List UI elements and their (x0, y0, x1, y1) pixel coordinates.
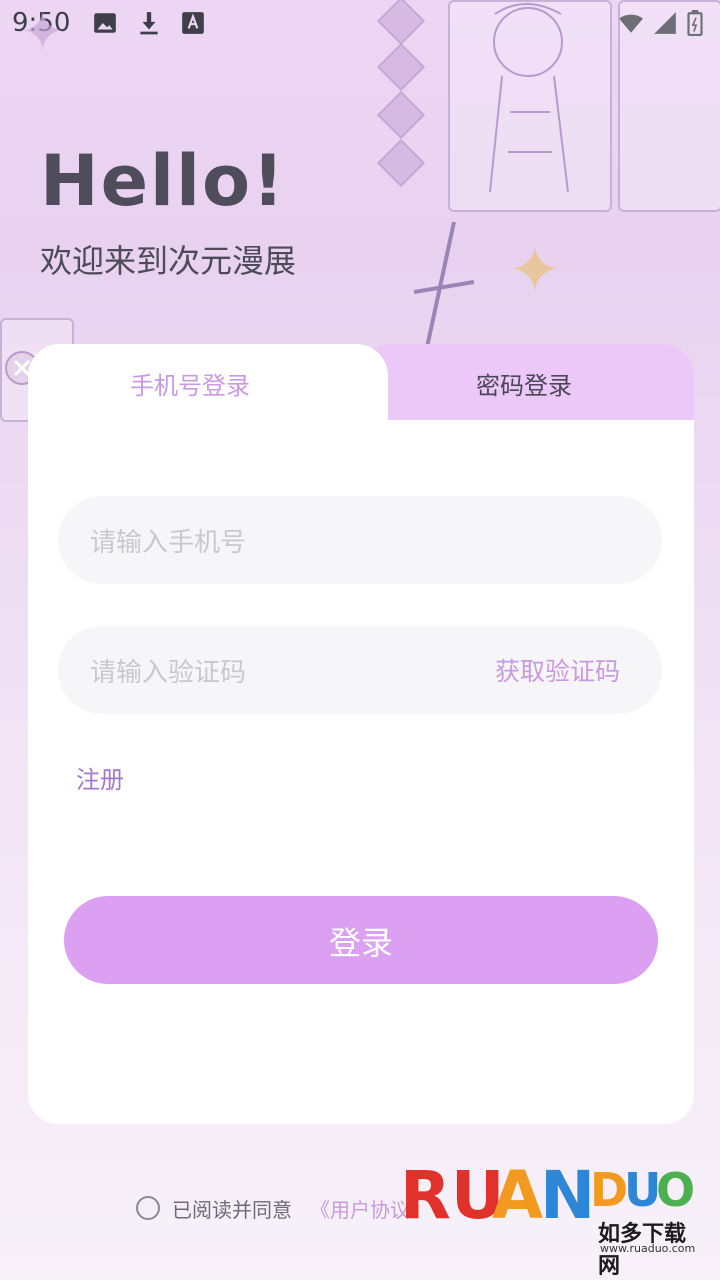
sparkle-decoration: ✦ (508, 234, 562, 308)
diamond-decoration (376, 90, 426, 140)
login-button[interactable]: 登录 (64, 896, 658, 984)
tab-phone-login[interactable]: 手机号登录 (130, 366, 250, 401)
hero-title: Hello! (40, 140, 287, 222)
sword-decoration (414, 222, 474, 352)
login-button-label: 登录 (328, 924, 393, 962)
character-frame (448, 0, 612, 212)
phone-input[interactable]: 请输入手机号 (58, 496, 662, 584)
tab-phone-bg (28, 344, 388, 464)
svg-text:RU: RU (400, 1157, 504, 1234)
watermark: RU A N D U O 如多下载网 www.ruaduo.com (400, 1156, 700, 1279)
font-icon (182, 12, 204, 34)
svg-text:A: A (492, 1157, 543, 1234)
status-bar: 9:50 (0, 0, 720, 50)
diamond-decoration (376, 138, 426, 188)
hero-subtitle: 欢迎来到次元漫展 (40, 242, 297, 280)
code-placeholder: 请输入验证码 (90, 658, 247, 688)
svg-text:N: N (540, 1157, 595, 1234)
image-icon (94, 13, 116, 33)
watermark-url: www.ruaduo.com (600, 1242, 696, 1255)
register-link[interactable]: 注册 (76, 760, 124, 795)
user-agreement-link[interactable]: 《用户协议 (310, 1194, 410, 1223)
agreement-text: 已阅读并同意 (172, 1198, 292, 1222)
code-input[interactable]: 请输入验证码 获取验证码 (58, 626, 662, 714)
download-icon (140, 12, 158, 35)
svg-text:O: O (656, 1163, 695, 1217)
login-card: 手机号登录 密码登录 请输入手机号 请输入验证码 获取验证码 注册 登录 (28, 344, 694, 1124)
diamond-decoration (376, 42, 426, 92)
side-frame (618, 0, 720, 212)
agree-checkbox[interactable] (136, 1196, 160, 1220)
character-illustration (489, 3, 569, 193)
sparkle-decoration: ✦ (20, 0, 66, 63)
phone-placeholder: 请输入手机号 (90, 528, 247, 558)
svg-text:D: D (590, 1163, 628, 1217)
get-code-button[interactable]: 获取验证码 (495, 652, 620, 688)
tab-password-login[interactable]: 密码登录 (476, 366, 572, 401)
